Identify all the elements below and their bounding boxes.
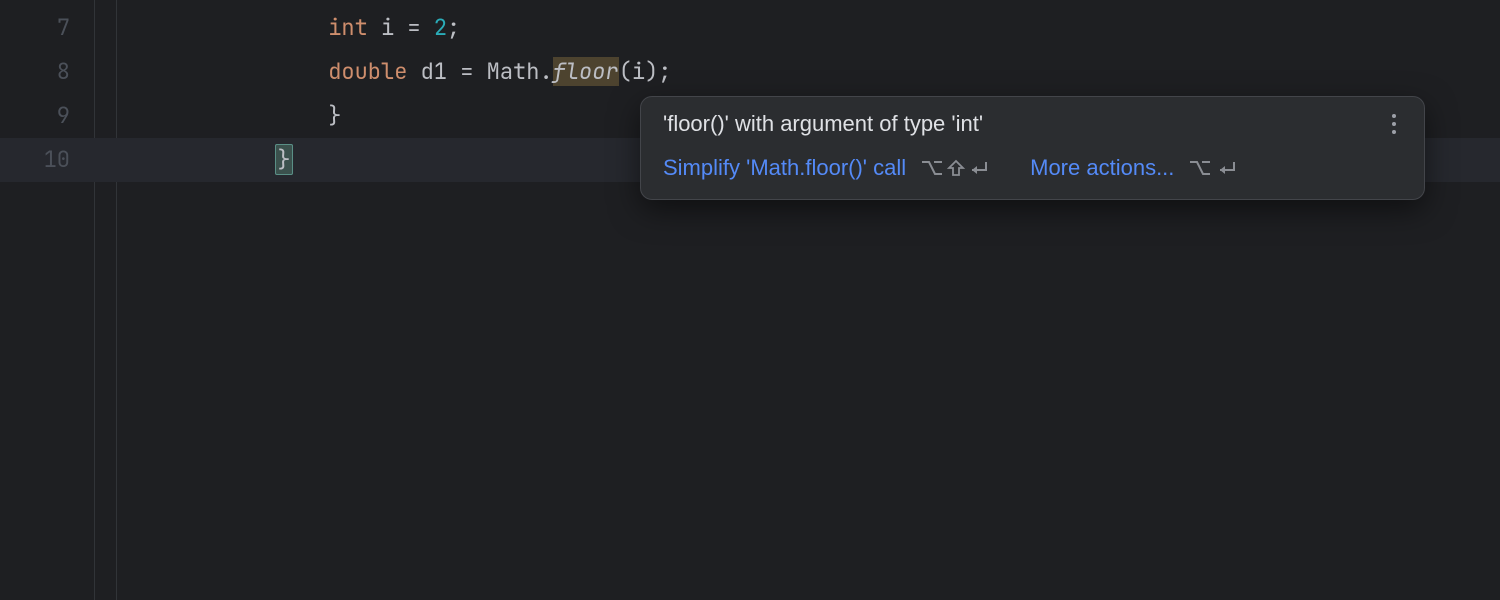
code-area[interactable]: int i = 2; double d1 = Math.floor(i); } … — [117, 0, 1500, 600]
line-number-gutter: 7 8 9 10 — [0, 0, 95, 600]
class-ref: Math — [487, 57, 540, 86]
line-number: 7 — [0, 6, 94, 50]
brace-close-matched: } — [275, 144, 292, 175]
gutter-annotations — [95, 0, 117, 600]
simplify-link[interactable]: Simplify 'Math.floor()' call — [663, 155, 906, 181]
line-number: 9 — [0, 94, 94, 138]
brace-close: } — [328, 101, 341, 130]
code-line-7[interactable]: int i = 2; — [117, 6, 1500, 50]
more-options-icon[interactable] — [1382, 112, 1406, 136]
inspection-popup: 'floor()' with argument of type 'int' Si… — [640, 96, 1425, 200]
code-line-8[interactable]: double d1 = Math.floor(i); — [117, 50, 1500, 94]
quickfix-simplify[interactable]: Simplify 'Math.floor()' call — [663, 155, 990, 181]
keyword-int: int — [328, 13, 368, 42]
identifier: i — [381, 13, 394, 42]
code-editor[interactable]: 7 8 9 10 int i = 2; double d1 = Math.flo… — [0, 0, 1500, 600]
shortcut-opt-shift-enter — [920, 157, 990, 179]
identifier: d1 — [421, 57, 447, 86]
more-actions-link[interactable]: More actions... — [1030, 155, 1174, 181]
inspection-title: 'floor()' with argument of type 'int' — [663, 111, 983, 137]
line-number: 8 — [0, 50, 94, 94]
number-literal: 2 — [434, 13, 447, 42]
line-number: 10 — [0, 138, 94, 182]
method-call-floor: floor — [553, 57, 619, 86]
shortcut-opt-enter — [1188, 157, 1238, 179]
more-actions[interactable]: More actions... — [1030, 155, 1238, 181]
keyword-double: double — [328, 57, 407, 86]
